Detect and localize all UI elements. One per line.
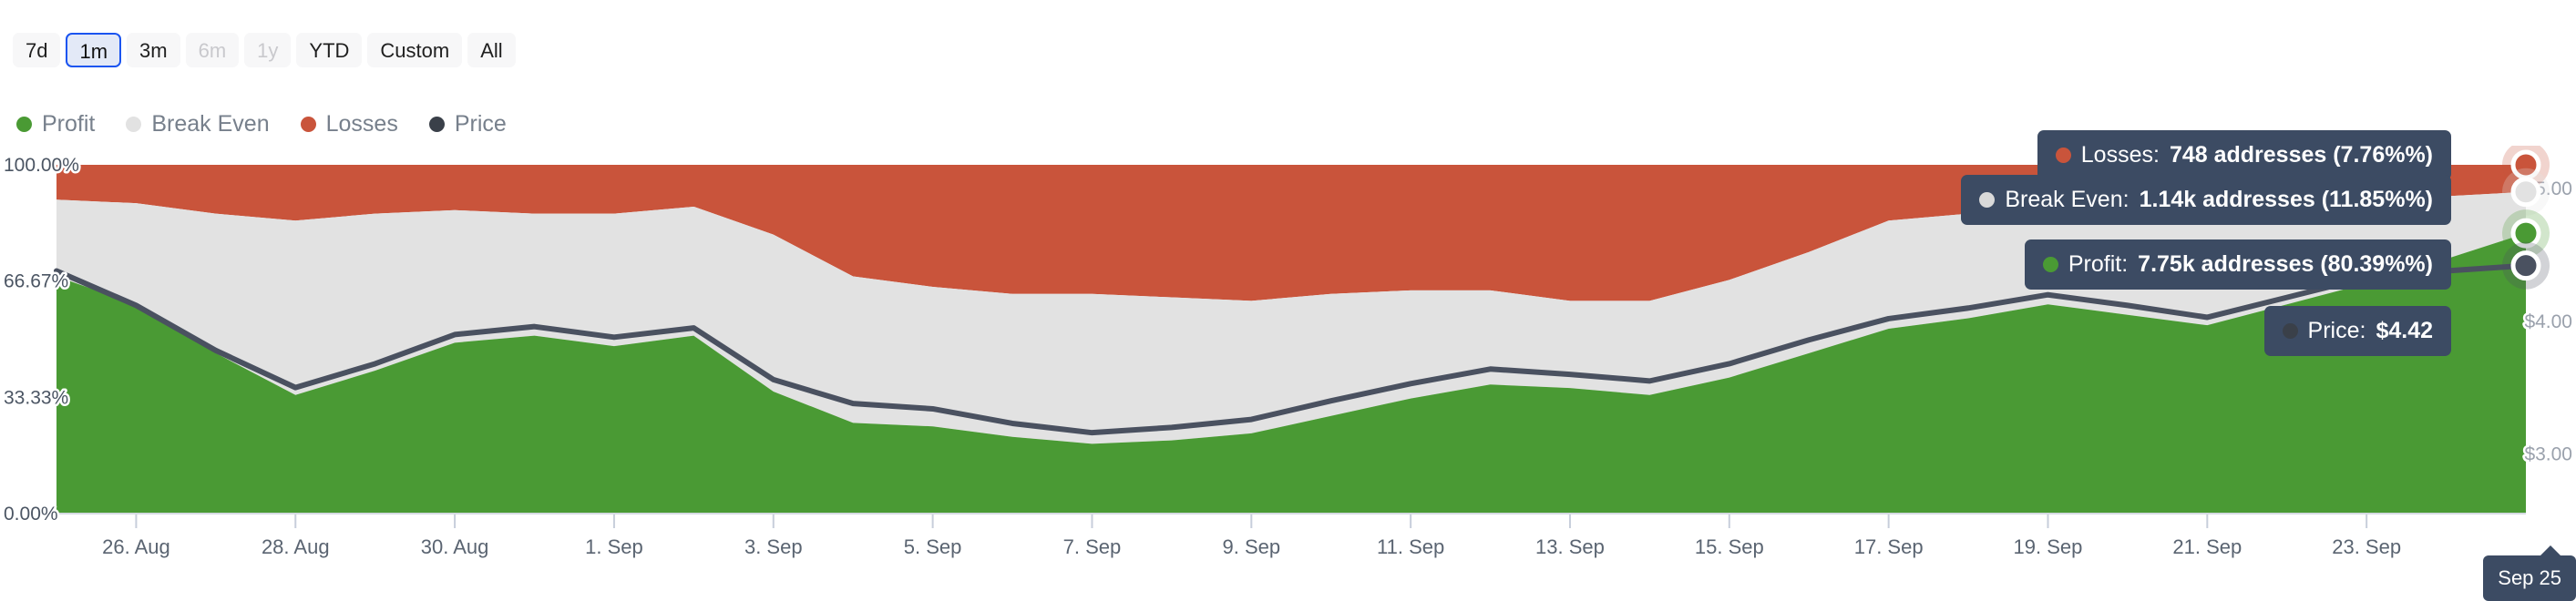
legend-dot-break-even xyxy=(126,117,142,132)
legend-label-break-even: Break Even xyxy=(151,111,270,137)
tooltip-break-even: Break Even: 1.14k addresses (11.85%%) xyxy=(1961,175,2451,225)
x-axis-crosshair-label: Sep 25 xyxy=(2483,545,2576,601)
marker-price[interactable] xyxy=(2510,250,2541,281)
tooltip-losses: Losses: 748 addresses (7.76%%) xyxy=(2037,130,2451,180)
y2-axis-tick-label: $3.00 xyxy=(2524,443,2572,464)
tooltip-label-break-even: Break Even: xyxy=(2005,187,2130,212)
range-button-6m: 6m xyxy=(185,33,240,67)
tooltip-label-price: Price: xyxy=(2307,318,2366,343)
marker-break-even[interactable] xyxy=(2510,177,2541,208)
tooltip-dot-profit xyxy=(2042,257,2058,272)
legend-item-profit[interactable]: Profit xyxy=(16,111,95,138)
x-axis-tick-label: 9. Sep xyxy=(1222,535,1280,558)
tooltip-price: Price: $4.42 xyxy=(2263,306,2451,356)
tooltip-value-losses: 748 addresses (7.76%%) xyxy=(2169,142,2433,168)
tooltip-dot-break-even xyxy=(1979,192,1996,208)
range-button-1y: 1y xyxy=(244,33,292,67)
tooltip-profit: Profit: 7.75k addresses (80.39%%) xyxy=(2024,239,2451,290)
x-axis-tick-label: 26. Aug xyxy=(102,535,170,558)
range-button-ytd[interactable]: YTD xyxy=(296,33,363,67)
range-button-all[interactable]: All xyxy=(467,33,516,67)
range-button-1m[interactable]: 1m xyxy=(66,33,122,67)
legend-label-profit: Profit xyxy=(42,111,96,137)
legend-label-losses: Losses xyxy=(325,111,398,137)
x-axis-tick-label: 30. Aug xyxy=(421,535,489,558)
x-axis-tick-label: 1. Sep xyxy=(585,535,643,558)
range-button-7d[interactable]: 7d xyxy=(13,33,61,67)
chart-legend: Profit Break Even Losses Price xyxy=(16,111,507,138)
legend-dot-losses xyxy=(300,117,316,132)
range-button-3m[interactable]: 3m xyxy=(127,33,180,67)
tooltip-label-losses: Losses: xyxy=(2080,142,2160,168)
y-axis-tick-label: 0.00% xyxy=(4,504,58,525)
x-axis-tick-label: 11. Sep xyxy=(1377,535,1444,558)
legend-label-price: Price xyxy=(454,111,507,137)
x-axis-tick-label: 15. Sep xyxy=(1695,535,1764,558)
legend-item-losses[interactable]: Losses xyxy=(300,111,398,138)
tooltip-dot-losses xyxy=(2055,148,2071,163)
y-axis-tick-label: 100.00% xyxy=(4,155,79,176)
tooltip-value-profit: 7.75k addresses (80.39%%) xyxy=(2138,251,2433,277)
x-axis-tick-label: 13. Sep xyxy=(1535,535,1605,558)
legend-dot-profit xyxy=(16,117,32,132)
legend-item-break-even[interactable]: Break Even xyxy=(126,111,270,138)
x-axis-tick-label: 21. Sep xyxy=(2172,535,2242,558)
y-axis-tick-label: 33.33% xyxy=(4,387,68,408)
x-axis-tick-label: 7. Sep xyxy=(1063,535,1122,558)
y-axis-tick-label: 66.67% xyxy=(4,271,68,292)
y2-axis-tick-label: $4.00 xyxy=(2524,311,2572,332)
tooltip-value-price: $4.42 xyxy=(2376,318,2433,343)
range-selector: 7d 1m 3m 6m 1y YTD Custom All xyxy=(13,33,516,67)
x-axis-tick-label: 5. Sep xyxy=(904,535,962,558)
tooltip-dot-price xyxy=(2282,323,2298,339)
legend-dot-price xyxy=(428,117,445,132)
x-axis-tick-label: 23. Sep xyxy=(2332,535,2401,558)
range-button-custom[interactable]: Custom xyxy=(367,33,463,67)
x-axis-tick-label: 28. Aug xyxy=(262,535,330,558)
tooltip-value-break-even: 1.14k addresses (11.85%%) xyxy=(2139,187,2433,212)
tooltip-label-profit: Profit: xyxy=(2068,251,2129,277)
legend-item-price[interactable]: Price xyxy=(428,111,507,138)
x-axis-tick-label: 19. Sep xyxy=(2014,535,2083,558)
x-axis-tick-label: 17. Sep xyxy=(1854,535,1924,558)
x-axis-tick-label: 3. Sep xyxy=(744,535,803,558)
